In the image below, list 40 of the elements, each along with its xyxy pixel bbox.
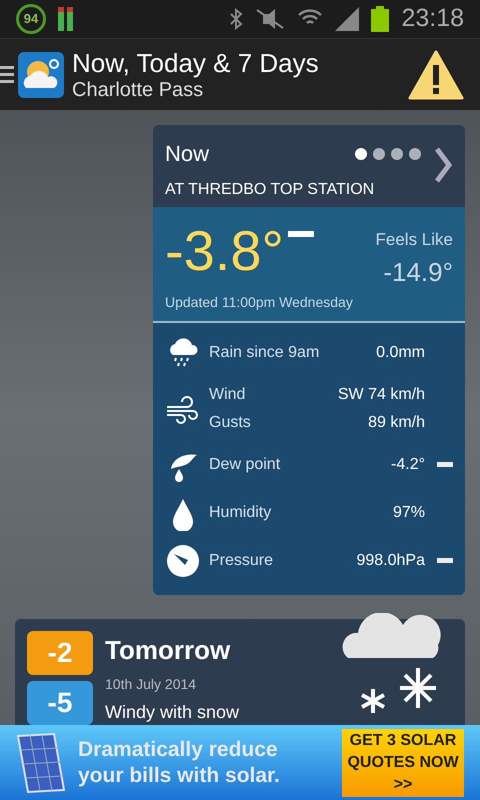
- feels-like-temperature: -14.9°: [383, 256, 453, 288]
- current-temperature: -3.8°: [165, 219, 284, 283]
- app-title: Now, Today & 7 Days: [72, 48, 320, 78]
- battery-icon: [371, 6, 390, 32]
- updated-time: Updated 11:00pm Wednesday: [165, 292, 354, 312]
- forecast-date: 10th July 2014: [105, 674, 198, 694]
- warning-icon[interactable]: [408, 50, 464, 100]
- clock-time: 23:18: [401, 3, 464, 34]
- measure-value: -4.2°: [391, 454, 425, 474]
- ad-text: Dramatically reduce your bills with solar.: [78, 736, 281, 788]
- station-name: AT THREDBO TOP STATION: [165, 180, 376, 200]
- measure-value: 0.0mm: [376, 342, 425, 362]
- forecast-day: Tomorrow: [105, 630, 321, 670]
- feels-like-label: Feels Like: [376, 229, 453, 251]
- chevron-right-icon[interactable]: [433, 145, 453, 185]
- battery-percent-badge: 94: [16, 4, 46, 34]
- gauge-icon: [165, 542, 201, 578]
- bluetooth-icon: [229, 8, 244, 30]
- level-meter-icon: [58, 7, 74, 31]
- measure-label: Dew point: [209, 454, 280, 474]
- solar-panel-icon: [16, 732, 66, 794]
- signal-icon: [335, 7, 360, 31]
- location-name: Charlotte Pass: [72, 78, 204, 102]
- temperature-badge: -2: [27, 630, 93, 674]
- measure-value: 97%: [392, 502, 425, 522]
- measure-value: SW 74 km/h: [338, 384, 425, 404]
- get-quotes-button[interactable]: GET 3 SOLAR QUOTES NOW >>: [342, 728, 464, 796]
- measure-label: Gusts: [209, 412, 251, 432]
- temperature-badge: -5: [27, 680, 93, 724]
- menu-icon[interactable]: [0, 64, 14, 86]
- advertisement-banner[interactable]: Dramatically reduce your bills with solar. GET 3 SOLAR QUOTES NOW >>: [0, 725, 480, 800]
- measure-label: Humidity: [209, 502, 272, 522]
- measure-label: Rain since 9am: [209, 342, 320, 362]
- measure-value: 89 km/h: [368, 412, 425, 432]
- measure-label: Pressure: [209, 550, 274, 570]
- measure-label: Wind: [209, 384, 246, 404]
- forecast-summary: Windy with snow: [105, 700, 240, 724]
- section-title: Now: [165, 140, 210, 168]
- sun-cloud-app-icon[interactable]: [18, 52, 64, 98]
- measure-value: 998.0hPa: [356, 550, 425, 570]
